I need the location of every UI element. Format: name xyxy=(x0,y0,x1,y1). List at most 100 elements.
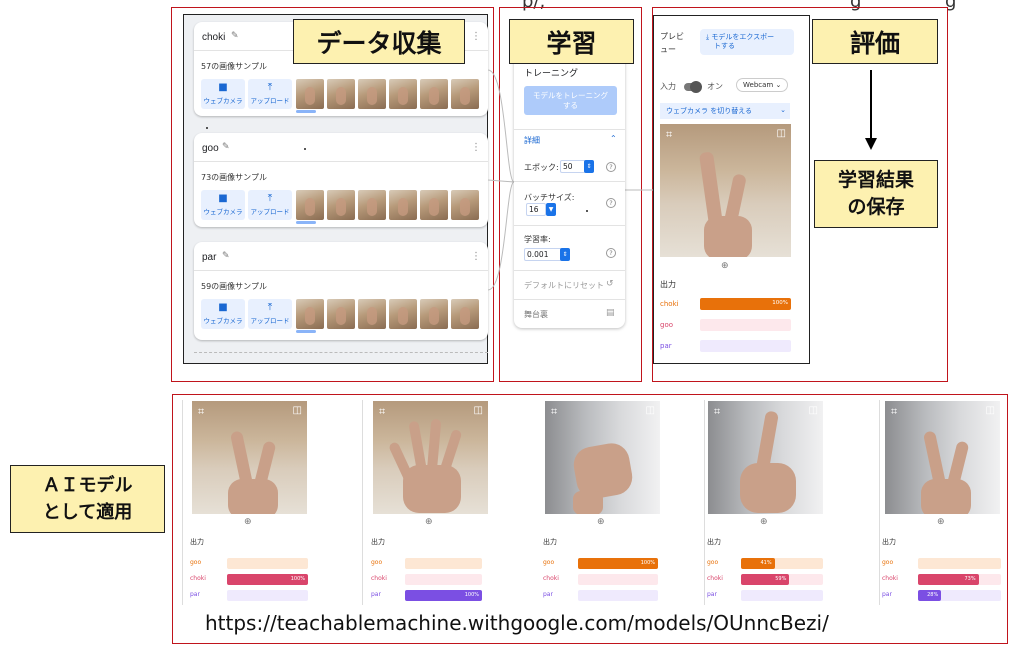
chevron-up-icon[interactable]: ⌃ xyxy=(610,134,617,143)
more-icon[interactable]: ⋮ xyxy=(471,252,481,262)
crop-icon[interactable]: ⌗ xyxy=(551,405,557,419)
under-the-hood-button[interactable]: 舞台裏 xyxy=(524,309,548,320)
upload-label: アップロード xyxy=(250,97,290,105)
sample-thumbnail[interactable] xyxy=(451,190,479,220)
output-label: 出力 xyxy=(190,538,204,546)
output-bar-track: 100% xyxy=(405,590,482,601)
sample-thumbnail[interactable] xyxy=(358,299,386,329)
sample-thumbnail[interactable] xyxy=(296,299,324,329)
output-bar-percent: 73% xyxy=(964,576,976,582)
source-value: Webcam xyxy=(743,81,774,89)
sample-thumbnail[interactable] xyxy=(451,79,479,109)
history-icon[interactable]: ↺ xyxy=(606,279,614,289)
help-icon[interactable]: ? xyxy=(606,248,616,258)
thumbnail-scrollbar[interactable] xyxy=(296,330,316,333)
crop-icon[interactable]: ⌗ xyxy=(714,405,720,419)
callout-apply-model: ＡＩモデル として適用 xyxy=(10,465,165,533)
epochs-label: エポック: xyxy=(524,163,559,172)
webcam-preview[interactable]: ⌗ ◫ xyxy=(373,401,488,514)
webcam-preview[interactable]: ⌗ ◫ xyxy=(885,401,1000,514)
learning-rate-stepper[interactable]: ⇕ xyxy=(560,248,570,261)
source-select[interactable]: Webcam ⌄ xyxy=(736,78,789,92)
sample-thumbnail[interactable] xyxy=(420,79,448,109)
output-bar-fill: 100% xyxy=(578,558,658,569)
crop-icon[interactable]: ⌗ xyxy=(666,128,672,142)
output-bar-fill: 100% xyxy=(700,298,791,310)
webcam-preview[interactable]: ⌗ ◫ xyxy=(545,401,660,514)
model-url[interactable]: https://teachablemachine.withgoogle.com/… xyxy=(205,611,829,635)
pencil-icon[interactable]: ✎ xyxy=(222,142,230,152)
output-bar-percent: 100% xyxy=(772,300,788,306)
output-bar-label: par xyxy=(707,591,717,598)
train-model-button[interactable]: モデルをトレーニング する xyxy=(524,86,617,115)
upload-button[interactable]: ⤒ アップロード xyxy=(248,79,292,109)
sample-count: 73の画像サンプル xyxy=(201,173,267,182)
sample-thumbnail[interactable] xyxy=(420,299,448,329)
webcam-button[interactable]: ■ ウェブカメラ xyxy=(201,190,245,220)
more-icon[interactable]: ⋮ xyxy=(471,143,481,153)
sample-thumbnail[interactable] xyxy=(358,79,386,109)
pencil-icon[interactable]: ✎ xyxy=(222,251,230,261)
flip-icon[interactable]: ◫ xyxy=(474,405,483,416)
sample-thumbnail[interactable] xyxy=(327,79,355,109)
reset-defaults-button[interactable]: デフォルトにリセット xyxy=(524,280,604,291)
sample-thumbnail[interactable] xyxy=(420,190,448,220)
output-bar-track xyxy=(578,574,658,585)
export-model-button[interactable]: ⤓ モデルをエクスポー トする xyxy=(700,29,794,56)
epochs-input[interactable]: 50 xyxy=(560,160,586,173)
crop-icon[interactable]: ⌗ xyxy=(198,405,204,419)
panel-divider xyxy=(879,400,880,605)
batch-size-select[interactable]: 16 xyxy=(526,203,546,216)
webcam-preview[interactable]: ⌗ ◫ xyxy=(660,124,791,257)
webcam-preview[interactable]: ⌗ ◫ xyxy=(708,401,823,514)
chart-icon[interactable]: ▤ xyxy=(606,308,615,318)
help-icon[interactable]: ? xyxy=(606,198,616,208)
arrow-down-icon: ⊕ xyxy=(244,517,252,527)
sample-thumbnail[interactable] xyxy=(389,190,417,220)
chevron-down-icon: ⌄ xyxy=(775,81,782,89)
output-bar-label: goo xyxy=(882,559,894,566)
upload-button[interactable]: ⤒ アップロード xyxy=(248,299,292,329)
flip-icon[interactable]: ◫ xyxy=(986,405,995,416)
class-name[interactable]: par xyxy=(202,252,216,263)
class-card-par: par ✎ ⋮ 59の画像サンプル ■ ウェブカメラ ⤒ アップロード xyxy=(194,242,488,340)
webcam-button[interactable]: ■ ウェブカメラ xyxy=(201,299,245,329)
sample-thumbnail[interactable] xyxy=(327,190,355,220)
more-icon[interactable]: ⋮ xyxy=(471,32,481,42)
thumbnail-scrollbar[interactable] xyxy=(296,221,316,224)
webcam-button[interactable]: ■ ウェブカメラ xyxy=(201,79,245,109)
output-bar-track xyxy=(405,574,482,585)
sample-thumbnail[interactable] xyxy=(358,190,386,220)
sample-thumbnail[interactable] xyxy=(389,79,417,109)
crop-icon[interactable]: ⌗ xyxy=(379,405,385,419)
switch-camera-select[interactable]: ウェブカメラ を切り替える ⌄ xyxy=(660,103,790,119)
epochs-stepper[interactable]: ⇕ xyxy=(584,160,594,173)
flip-icon[interactable]: ◫ xyxy=(646,405,655,416)
flip-icon[interactable]: ◫ xyxy=(777,128,786,139)
output-bar-percent: 100% xyxy=(464,592,479,598)
learning-rate-input[interactable]: 0.001 xyxy=(524,248,562,261)
preview-card: プレビ ュー ⤓ モデルをエクスポー トする 入力 オン Webcam ⌄ ウェブカ… xyxy=(653,15,810,364)
sample-thumbnail[interactable] xyxy=(296,190,324,220)
output-bar-label: goo xyxy=(707,559,719,566)
preview-title: プレビ ュー xyxy=(660,31,684,57)
dropdown-icon[interactable]: ▼ xyxy=(546,203,556,216)
class-name[interactable]: goo xyxy=(202,143,219,154)
crop-icon[interactable]: ⌗ xyxy=(891,405,897,419)
input-toggle[interactable] xyxy=(684,81,702,93)
divider xyxy=(514,270,625,271)
sample-thumbnail[interactable] xyxy=(389,299,417,329)
thumbnail-scrollbar[interactable] xyxy=(296,110,316,113)
webcam-preview[interactable]: ⌗ ◫ xyxy=(192,401,307,514)
help-icon[interactable]: ? xyxy=(606,162,616,172)
pencil-icon[interactable]: ✎ xyxy=(231,31,239,41)
flip-icon[interactable]: ◫ xyxy=(293,405,302,416)
class-name[interactable]: choki xyxy=(202,32,225,43)
upload-icon: ⤒ xyxy=(267,82,273,93)
flip-icon[interactable]: ◫ xyxy=(809,405,818,416)
advanced-label[interactable]: 詳細 xyxy=(524,135,540,146)
sample-thumbnail[interactable] xyxy=(296,79,324,109)
sample-thumbnail[interactable] xyxy=(451,299,479,329)
upload-button[interactable]: ⤒ アップロード xyxy=(248,190,292,220)
sample-thumbnail[interactable] xyxy=(327,299,355,329)
